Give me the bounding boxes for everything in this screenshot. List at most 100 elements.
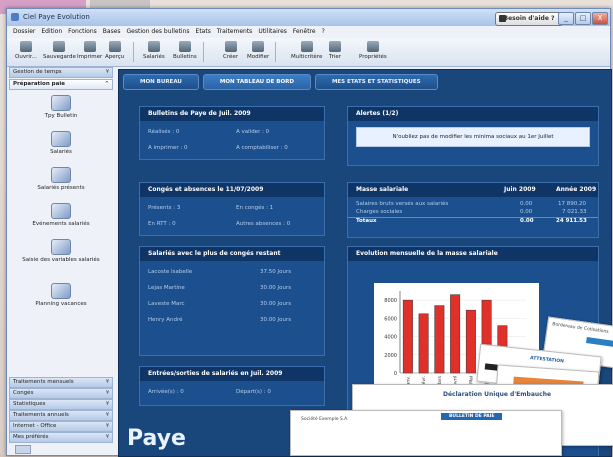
sidebar-section-conges[interactable]: Congés ¥ — [9, 388, 113, 399]
menu-dossier[interactable]: Dossier — [13, 26, 35, 38]
menu-fenetre[interactable]: Fenêtre — [293, 26, 316, 38]
preview-icon — [108, 41, 121, 52]
tab-etats-statistiques[interactable]: MES ETATS ET STATISTIQUES — [314, 74, 438, 90]
help-button[interactable]: Besoin d'aide ? — [495, 12, 563, 26]
printer-icon — [83, 41, 96, 52]
sidebar-item-salaries-presents[interactable]: Salariés présents — [9, 167, 113, 191]
panel-alertes: Alertes (1/2) N'oubliez pas de modifier … — [347, 106, 599, 166]
sidebar-section-internet-office[interactable]: Internet - Office ¥ — [9, 421, 113, 432]
alert-message[interactable]: N'oubliez pas de modifier les minima soc… — [356, 127, 590, 147]
bulletins-a-comptabiliser: A comptabiliser : 0 — [236, 145, 288, 151]
y-tick-label: 0 — [394, 371, 397, 377]
toolbar-label: Salariés — [143, 54, 165, 60]
tab-mon-bureau[interactable]: MON BUREAU — [123, 74, 199, 90]
sidebar-item-tpy-bulletin[interactable]: Tpy Bulletin — [9, 95, 113, 119]
toolbar-multicritere[interactable]: Multicritère — [291, 41, 322, 60]
menu-help[interactable]: ? — [322, 26, 325, 38]
conges-rtt: En RTT : 0 — [148, 221, 176, 227]
sidebar-item-label: Salariés — [50, 149, 72, 155]
section-label: Gestion de temps — [13, 69, 62, 75]
sidebar-item-saisie-variables[interactable]: Saisie des variables salariés — [21, 239, 101, 263]
status-button[interactable] — [15, 445, 31, 454]
toolbar-label: Modifier — [247, 54, 270, 60]
masse-label: Salaires bruts versés aux salariés — [356, 201, 449, 207]
sidebar-item-salaries[interactable]: Salariés — [9, 131, 113, 155]
minimize-button[interactable]: _ — [558, 12, 574, 25]
maximize-button[interactable]: □ — [575, 12, 591, 25]
chevron-up-icon: ^ — [104, 81, 109, 87]
section-label: Internet - Office — [13, 423, 57, 429]
tab-tableau-de-bord[interactable]: MON TABLEAU DE BORD — [202, 74, 311, 90]
sidebar-section-statistiques[interactable]: Statistiques ¥ — [9, 399, 113, 410]
salarie-days: 30.00 Jours — [260, 285, 292, 291]
sort-icon — [329, 41, 341, 52]
bulletins-realises: Réalisés : 0 — [148, 129, 180, 135]
toolbar-label: Bulletins — [173, 54, 197, 60]
masse-v1: 0.00 — [520, 201, 533, 207]
menu-utilitaires[interactable]: Utilitaires — [258, 26, 287, 38]
masse-col2: Année 2009 — [556, 186, 597, 193]
sidebar-section-traitements-mensuels[interactable]: Traitements mensuels ¥ — [9, 377, 113, 388]
toolbar-modifier[interactable]: Modifier — [247, 41, 269, 60]
toolbar-label: Aperçu — [105, 54, 125, 60]
edit-icon — [252, 41, 265, 52]
menu-gestion-bulletins[interactable]: Gestion des bulletins — [127, 26, 190, 38]
calendar-icon — [51, 283, 71, 299]
toolbar-ouvrir[interactable]: Ouvrir... — [15, 41, 37, 60]
properties-icon — [366, 41, 379, 52]
toolbar-bulletins[interactable]: Bulletins — [173, 41, 197, 60]
menu-etats[interactable]: Etats — [196, 26, 211, 38]
salarie-name: Lacoste Isabelle — [148, 269, 193, 275]
menu-bases[interactable]: Bases — [103, 26, 121, 38]
masse-v2: 24 911.53 — [556, 218, 587, 224]
toolbar-label: Sauvegarde — [43, 54, 76, 60]
sidebar-item-planning[interactable]: Planning vacances — [9, 283, 113, 307]
sidebar-section-traitements-annuels[interactable]: Traitements annuels ¥ — [9, 410, 113, 421]
section-label: Statistiques — [13, 401, 46, 407]
panel-salaries-conges: Salariés avec le plus de congés restant … — [139, 246, 325, 356]
status-strip — [9, 443, 113, 454]
masse-v1: 0.00 — [520, 218, 534, 224]
toolbar-apercu[interactable]: Aperçu — [105, 41, 124, 60]
masse-header: Masse salariale Juin 2009 Année 2009 — [348, 183, 598, 197]
chevron-down-icon: ¥ — [105, 401, 109, 407]
toolbar-trier[interactable]: Trier — [329, 41, 341, 60]
salarie-name: Henry André — [148, 317, 183, 323]
conges-presents: Présents : 3 — [148, 205, 181, 211]
toolbar-creer[interactable]: Créer — [223, 41, 238, 60]
masse-label: Totaux — [356, 218, 377, 224]
sidebar-item-evenements[interactable]: Evénements salariés — [9, 203, 113, 227]
toolbar-imprimer[interactable]: Imprimer — [77, 41, 102, 60]
chevron-down-icon: ¥ — [105, 69, 109, 75]
close-button[interactable]: X — [592, 12, 608, 25]
conges-autres: Autres absences : 0 — [236, 221, 291, 227]
doc-company: Société Exemple S.A. — [301, 417, 349, 422]
sidebar-section-preparation-paie[interactable]: Préparation paie ^ — [9, 79, 113, 90]
salarie-name: Lejas Martine — [148, 285, 185, 291]
toolbar-salaries[interactable]: Salariés — [143, 41, 165, 60]
menu-traitements[interactable]: Traitements — [217, 26, 252, 38]
menu-edition[interactable]: Edition — [41, 26, 62, 38]
panel-title: Alertes (1/2) — [348, 107, 598, 121]
toolbar-sauvegarde[interactable]: Sauvegarde — [43, 41, 76, 60]
sidebar-section-gestion-temps[interactable]: Gestion de temps ¥ — [9, 67, 113, 78]
sidebar-section-mes-preferes[interactable]: Mes préférés ¥ — [9, 432, 113, 443]
masse-total-row: Totaux 0.00 24 911.53 — [348, 217, 598, 225]
bulletins-a-valider: A valider : 0 — [236, 129, 270, 135]
panel-title: Salariés avec le plus de congés restant — [140, 247, 324, 261]
chevron-down-icon: ¥ — [105, 423, 109, 429]
bar — [465, 309, 476, 374]
toolbar-proprietes[interactable]: Propriétés — [359, 41, 387, 60]
doc-title: Déclaration Unique d'Embauche — [443, 391, 552, 398]
panel-masse-salariale: Masse salariale Juin 2009 Année 2009 Sal… — [347, 182, 599, 238]
sidebar-items: Tpy Bulletin Salariés Salariés présents … — [9, 91, 113, 341]
masse-v2: 7 021.33 — [562, 209, 587, 215]
toolbar-label: Trier — [329, 54, 341, 60]
y-tick-label: 6000 — [384, 316, 397, 322]
events-icon — [51, 203, 71, 219]
menu-fonctions[interactable]: Fonctions — [68, 26, 97, 38]
sidebar-item-label: Evénements salariés — [32, 221, 90, 227]
chevron-down-icon: ¥ — [105, 434, 109, 440]
toolbar-label: Multicritère — [291, 54, 323, 60]
toolbar-label: Créer — [223, 54, 239, 60]
